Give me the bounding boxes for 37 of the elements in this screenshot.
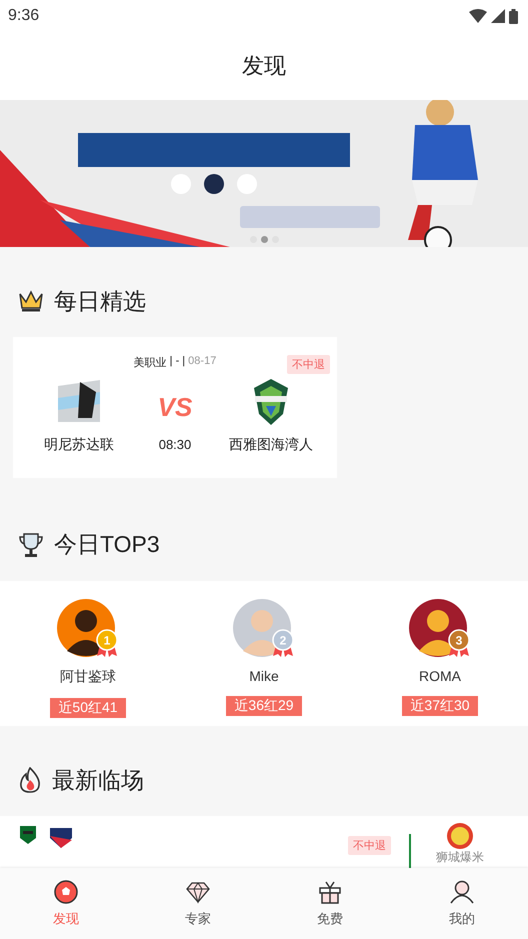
match-time: 08:30 (158, 437, 192, 452)
ball-icon (54, 880, 78, 904)
team-name: 西雅图海湾人 (229, 436, 313, 454)
tag: 不中退 (348, 836, 391, 855)
trophy-icon (18, 532, 44, 558)
versus-label: VS (158, 392, 192, 423)
wifi-icon (469, 9, 487, 23)
flame-icon (18, 767, 42, 793)
expert-name: Mike (249, 668, 279, 684)
avatar-icon (447, 823, 473, 849)
tab[interactable]: 免费 (285, 876, 375, 932)
team-name: 明尼苏达联 (44, 436, 114, 454)
league-name: 美职业 (134, 356, 167, 370)
separator: | - | (170, 355, 186, 369)
person-icon (450, 880, 474, 904)
section-title: 每日精选 (54, 286, 146, 316)
signal-icon (491, 9, 505, 23)
battery-icon (509, 8, 518, 24)
expert-name: 狮城爆米 (436, 849, 484, 866)
record-badge: 近37红30 (402, 696, 478, 716)
page-title: 发现 (242, 52, 286, 80)
section-title: 今日TOP3 (54, 530, 160, 559)
tab[interactable]: 专家 (153, 876, 243, 932)
record-badge: 近36红29 (226, 696, 302, 716)
record-badge: 近50红41 (50, 698, 126, 718)
diamond-icon (186, 880, 210, 904)
tab[interactable]: 我的 (417, 876, 507, 932)
expert-name: ROMA (419, 668, 461, 684)
section-title: 最新临场 (52, 766, 144, 794)
crown-icon (18, 290, 44, 312)
match-date: 08-17 (188, 355, 216, 369)
expert-name: 阿甘鉴球 (60, 668, 116, 686)
tag: 不中退 (287, 355, 330, 374)
match-card[interactable]: 不中退 狮城爆米 (0, 816, 528, 868)
clock: 9:36 (8, 7, 40, 25)
match-card[interactable]: 美职业 | - | 08-17 不中退 明尼苏达联 VS 08:30 西雅图海湾人 (13, 337, 337, 478)
gift-icon (318, 880, 342, 904)
